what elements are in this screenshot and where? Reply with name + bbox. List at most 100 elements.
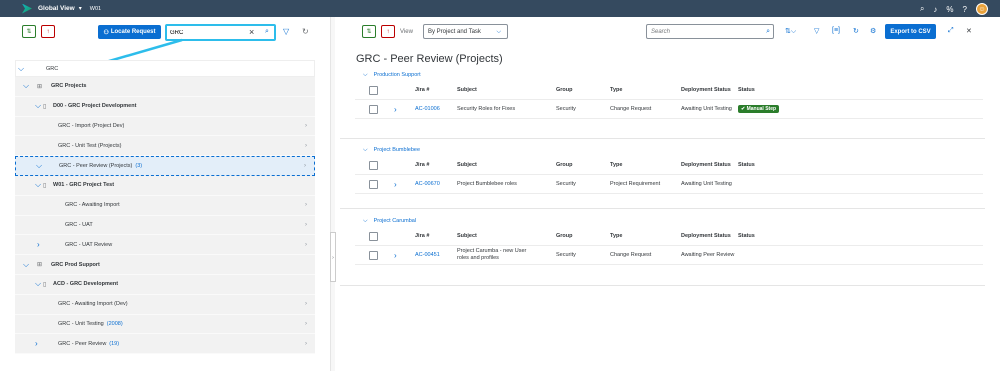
filter-icon[interactable]: ▽ [814,27,819,35]
jira-link[interactable]: AC-00451 [415,252,440,259]
select-all-checkbox[interactable] [369,231,378,241]
navigate-icon[interactable]: › [305,242,307,248]
table-row[interactable]: › AC-00670 Project Bumblebee roles Security… [355,174,983,194]
document-icon: ▯ [43,182,47,189]
refresh-icon[interactable]: ↻ [853,27,859,35]
column-header-deployment: Deployment Status [681,161,731,168]
filter-icon[interactable]: ▽ [283,27,289,36]
group-name: Production Support [373,72,421,78]
locate-request-button[interactable]: ⚇ Locate Request [98,25,161,39]
column-header-deployment: Deployment Status [681,232,731,239]
splitter-handle[interactable]: › [330,232,336,282]
tree-node-text: GRC [46,65,59,72]
chevron-down-icon[interactable]: ⌵ [363,218,368,225]
app-title[interactable]: Global View [38,5,75,12]
row-checkbox[interactable] [369,179,378,189]
chevron-right-icon[interactable]: › [394,180,397,189]
group-icon[interactable]: [≡] [832,27,840,34]
fullscreen-icon[interactable]: ⤢ [948,27,954,35]
navigate-icon[interactable]: › [305,321,307,327]
tree-node[interactable]: ⌵ GRC - Peer Review (Projects) (3) › [15,156,315,176]
tree-node[interactable]: ⌵ ▯ ACD - GRC Development [15,274,315,295]
expand-all-button[interactable]: ⇅ [22,25,36,38]
tree-node[interactable]: ⌵ ⊞ GRC Prod Support [15,255,315,275]
column-header-type: Type [610,161,623,168]
group-header[interactable]: ⌵ Project Carumbal [355,215,983,227]
view-select[interactable]: By Project and Task ⌵ [423,24,508,39]
chevron-right-icon[interactable]: › [35,339,38,348]
column-header-subject: Subject [457,86,477,93]
tree-node-count: (19) [109,340,120,347]
chevron-right-icon[interactable]: › [37,240,40,249]
group-header[interactable]: ⌵ Project Bumblebee [355,144,983,156]
chevron-right-icon[interactable]: › [394,251,397,260]
request-search-field[interactable]: Search ⌕ [646,24,774,39]
table-row[interactable]: › AC-00451 Project Carumba - new User role… [355,245,983,265]
chevron-down-icon[interactable]: ⌵ [18,64,24,74]
splitter[interactable]: › [330,17,336,371]
group-header[interactable]: ⌵ Production Support [355,69,983,81]
navigate-icon[interactable]: › [305,143,307,149]
chevron-down-icon[interactable]: ⌵ [23,81,29,91]
help-icon[interactable]: ? [963,5,967,14]
percent-icon[interactable]: % [946,5,953,14]
page-title: GRC - Peer Review (Projects) [356,53,503,65]
select-all-checkbox[interactable] [369,160,378,170]
search-icon[interactable]: ⌕ [766,28,770,36]
row-checkbox[interactable] [369,250,378,260]
table-row[interactable]: › AC-01006 Security Roles for Fixes Securit… [355,99,983,119]
chevron-right-icon[interactable]: › [394,105,397,114]
jira-link[interactable]: AC-01006 [415,106,440,113]
chevron-down-icon[interactable]: ▾ [79,5,82,12]
chevron-down-icon[interactable]: ⌵ [363,72,368,79]
chevron-down-icon[interactable]: ⌵ [35,101,41,111]
tree-node[interactable]: ⌵ ⊞ GRC Projects [15,77,315,97]
tree-node[interactable]: GRC - Awaiting Import › [15,195,315,216]
chevron-down-icon[interactable]: ⌵ [35,180,41,190]
jira-link[interactable]: AC-00670 [415,181,440,188]
collapse-all-button-right[interactable]: ↑ [381,25,395,38]
search-icon[interactable]: ⌕ [920,4,924,14]
chevron-down-icon[interactable]: ⌵ [36,161,42,171]
tree-node[interactable]: ⌵ GRC [15,60,315,77]
tree-node-label: GRC - Peer Review (19) [58,341,119,347]
logo-icon[interactable] [22,3,32,14]
settings-icon[interactable]: ⚙ [870,27,876,35]
navigate-icon[interactable]: › [305,202,307,208]
bell-icon[interactable]: ♪ [933,5,937,14]
sort-icon[interactable]: ⇅⌵ [785,27,796,36]
expand-all-button-right[interactable]: ⇅ [362,25,376,38]
search-icon[interactable]: ⌕ [265,28,269,36]
navigate-icon[interactable]: › [305,123,307,129]
tree-node[interactable]: GRC - Unit Testing (2008) › [15,314,315,335]
navigate-icon[interactable]: › [305,301,307,307]
collapse-all-button[interactable]: ↑ [41,25,55,38]
tree-node[interactable]: ⌵ ▯ W01 - GRC Project Test [15,175,315,196]
tree-node[interactable]: GRC - Unit Test (Projects) › [15,136,315,157]
navigate-icon[interactable]: › [305,341,307,347]
navigate-icon[interactable]: › [305,222,307,228]
select-all-checkbox[interactable] [369,85,378,95]
chevron-down-icon[interactable]: ⌵ [363,147,368,154]
refresh-icon[interactable]: ↻ [302,27,309,36]
row-checkbox[interactable] [369,104,378,114]
tree-node[interactable]: GRC - Awaiting Import (Dev) › [15,294,315,315]
tree-node[interactable]: ⌵ ▯ D00 - GRC Project Development [15,96,315,117]
tree-node[interactable]: › GRC - UAT Review › [15,235,315,256]
close-icon[interactable]: ✕ [966,27,972,35]
tree-node-text: GRC Projects [51,83,87,90]
tree-node-text: GRC - Import (Project Dev) [58,122,125,129]
tree-node-label: GRC - Import (Project Dev) [58,123,124,129]
navigate-icon[interactable]: › [304,163,306,169]
clear-icon[interactable]: × [249,27,254,37]
chevron-down-icon[interactable]: ⌵ [23,260,29,270]
tree-node[interactable]: › GRC - Peer Review (19) › [15,334,315,355]
avatar[interactable]: ☺ [976,3,988,15]
tree-search-input[interactable] [170,28,240,38]
chevron-down-icon[interactable]: ⌵ [35,279,41,289]
group-divider [340,208,985,209]
table-header: Jira # Subject Group Type Deployment Status S… [355,227,983,245]
tree-node[interactable]: GRC - Import (Project Dev) › [15,116,315,137]
export-csv-button[interactable]: Export to CSV [885,24,936,39]
tree-node[interactable]: GRC - UAT › [15,215,315,236]
